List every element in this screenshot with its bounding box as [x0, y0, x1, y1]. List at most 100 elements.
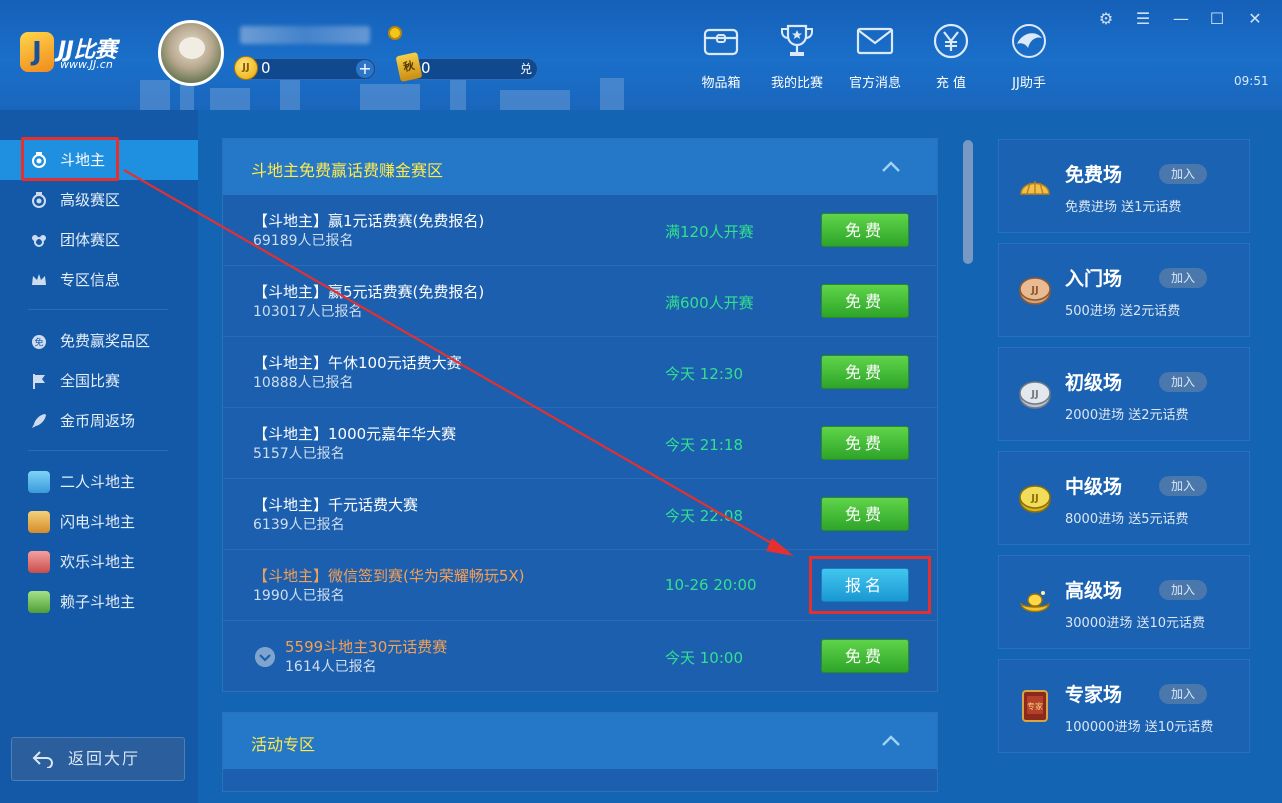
level-desc: 100000进场 送10元话费: [1065, 720, 1214, 735]
join-button[interactable]: 加入: [1159, 684, 1207, 704]
back-arrow-icon: [32, 751, 53, 768]
yuan-icon: [933, 23, 969, 59]
exchange-button[interactable]: 兑: [516, 60, 536, 78]
level-card-junior[interactable]: JJ 初级场 加入 2000进场 送2元话费: [998, 347, 1250, 441]
level-desc: 30000进场 送10元话费: [1065, 616, 1206, 631]
free-signup-button[interactable]: 免费: [821, 426, 909, 460]
rocket-icon: [32, 414, 46, 428]
nav-official-messages[interactable]: 官方消息: [840, 20, 910, 94]
join-button[interactable]: 加入: [1159, 476, 1207, 496]
nav-jj-assistant[interactable]: JJ助手: [994, 20, 1064, 94]
sidebar-divider: [28, 309, 168, 310]
level-card-entry[interactable]: JJ 入门场 加入 500进场 送2元话费: [998, 243, 1250, 337]
svg-text:免: 免: [34, 337, 43, 349]
sidebar-item-senior-zone[interactable]: 高级赛区: [0, 180, 198, 220]
level-desc: 免费进场 送1元话费: [1065, 200, 1182, 215]
level-desc: 2000进场 送2元话费: [1065, 408, 1189, 423]
mail-icon: [856, 27, 894, 55]
collapse-chevron-up-icon[interactable]: [881, 159, 901, 173]
user-avatar[interactable]: [158, 20, 224, 86]
jj-logo: J JJ比赛 www.JJ.cn: [20, 28, 140, 76]
level-card-free[interactable]: 免费场 加入 免费进场 送1元话费: [998, 139, 1250, 233]
sidebar-label: 金币周返场: [60, 412, 136, 430]
sidebar-label: 高级赛区: [60, 191, 121, 209]
username-redacted: [240, 26, 370, 44]
player-avatar-icon: [28, 591, 50, 613]
match-signup-count: 10888人已报名: [253, 375, 354, 391]
nav-item-box[interactable]: 物品箱: [686, 20, 756, 94]
match-signup-count: 6139人已报名: [253, 517, 345, 533]
match-start-time: 10-26 20:00: [665, 576, 757, 594]
player-avatar-icon: [28, 471, 50, 493]
match-row[interactable]: 【斗地主】1000元嘉年华大赛 5157人已报名 今天 21:18 免费: [223, 408, 937, 479]
join-button[interactable]: 加入: [1159, 268, 1207, 288]
jj-logo-icon: J: [20, 32, 54, 72]
match-row[interactable]: 【斗地主】午休100元话费大赛 10888人已报名 今天 12:30 免费: [223, 337, 937, 408]
join-button[interactable]: 加入: [1159, 372, 1207, 392]
free-medal-icon: 免: [32, 335, 46, 349]
match-row[interactable]: 【斗地主】千元话费大赛 6139人已报名 今天 22:08 免费: [223, 479, 937, 550]
sidebar-item-lightning[interactable]: 闪电斗地主: [0, 502, 198, 542]
sidebar-item-laizi[interactable]: 赖子斗地主: [0, 582, 198, 622]
svg-text:JJ: JJ: [1030, 493, 1038, 504]
free-signup-button[interactable]: 免费: [821, 639, 909, 673]
close-icon[interactable]: ✕: [1244, 8, 1266, 30]
menu-icon[interactable]: ☰: [1132, 8, 1154, 30]
sidebar-item-team-zone[interactable]: 团体赛区: [0, 220, 198, 260]
vip-badge-icon[interactable]: [388, 26, 402, 40]
match-title: 【斗地主】赢1元话费赛(免费报名): [253, 212, 485, 230]
match-title: 5599斗地主30元话费赛: [285, 638, 448, 656]
sidebar-item-national[interactable]: 全国比赛: [0, 361, 198, 401]
gold-coin-icon: JJ: [1019, 485, 1051, 513]
level-card-expert[interactable]: 专家 专家场 加入 100000进场 送10元话费: [998, 659, 1250, 753]
level-name: 入门场: [1065, 268, 1123, 290]
sidebar-label: 免费赢奖品区: [60, 332, 151, 350]
nav-recharge[interactable]: 充 值: [916, 20, 986, 94]
player-avatar-icon: [28, 511, 50, 533]
sidebar-label: 团体赛区: [60, 231, 121, 249]
collapse-chevron-up-icon[interactable]: [881, 733, 901, 747]
match-row[interactable]: 【斗地主】赢1元话费赛(免费报名) 69189人已报名 满120人开赛 免费: [223, 195, 937, 266]
sidebar-item-two-player[interactable]: 二人斗地主: [0, 462, 198, 502]
match-signup-count: 1990人已报名: [253, 588, 345, 604]
shell-coin-icon: [1020, 181, 1050, 195]
match-title: 【斗地主】微信签到赛(华为荣耀畅玩5X): [253, 567, 525, 585]
level-desc: 8000进场 送5元话费: [1065, 512, 1189, 527]
match-row[interactable]: 【斗地主】赢5元话费赛(免费报名) 103017人已报名 满600人开赛 免费: [223, 266, 937, 337]
nav-my-matches[interactable]: 我的比赛: [762, 20, 832, 94]
sidebar-item-happy[interactable]: 欢乐斗地主: [0, 542, 198, 582]
match-title: 【斗地主】午休100元话费大赛: [253, 354, 462, 372]
free-signup-button[interactable]: 免费: [821, 497, 909, 531]
add-gold-button[interactable]: +: [356, 60, 374, 78]
settings-gear-icon[interactable]: ⚙: [1095, 8, 1117, 30]
clock-display: 09:51: [1234, 74, 1269, 88]
match-signup-count: 1614人已报名: [285, 659, 377, 675]
level-card-senior[interactable]: 高级场 加入 30000进场 送10元话费: [998, 555, 1250, 649]
sidebar-item-gold-return[interactable]: 金币周返场: [0, 401, 198, 441]
match-start-time: 今天 21:18: [665, 436, 743, 454]
svg-text:专家: 专家: [1027, 701, 1043, 711]
scrollbar-thumb[interactable]: [963, 140, 973, 264]
panel-header: 活动专区: [223, 713, 937, 769]
sidebar-item-zone-info[interactable]: 专区信息: [0, 260, 198, 300]
match-row[interactable]: 5599斗地主30元话费赛 1614人已报名 今天 10:00 免费: [223, 621, 937, 692]
expert-badge-icon: 专家: [1022, 690, 1048, 722]
free-signup-button[interactable]: 免费: [821, 355, 909, 389]
back-to-lobby-button[interactable]: 返回大厅: [11, 737, 185, 781]
sidebar-divider: [28, 450, 168, 451]
bronze-coin-icon: JJ: [1019, 277, 1051, 305]
minimize-icon[interactable]: —: [1170, 8, 1192, 30]
join-button[interactable]: 加入: [1159, 164, 1207, 184]
match-signup-count: 103017人已报名: [253, 304, 363, 320]
level-card-middle[interactable]: JJ 中级场 加入 8000进场 送5元话费: [998, 451, 1250, 545]
maximize-icon[interactable]: ☐: [1206, 8, 1228, 30]
expand-chevron-down-icon[interactable]: [255, 647, 275, 667]
free-signup-button[interactable]: 免费: [821, 213, 909, 247]
free-signup-button[interactable]: 免费: [821, 284, 909, 318]
join-button[interactable]: 加入: [1159, 580, 1207, 600]
nav-label-recharge: 充 值: [935, 76, 967, 91]
ticket-icon: 秋: [395, 51, 423, 83]
match-start-time: 今天 12:30: [665, 365, 743, 383]
sidebar-item-free-prize[interactable]: 免 免费赢奖品区: [0, 321, 198, 361]
sidebar-label: 全国比赛: [60, 372, 121, 390]
